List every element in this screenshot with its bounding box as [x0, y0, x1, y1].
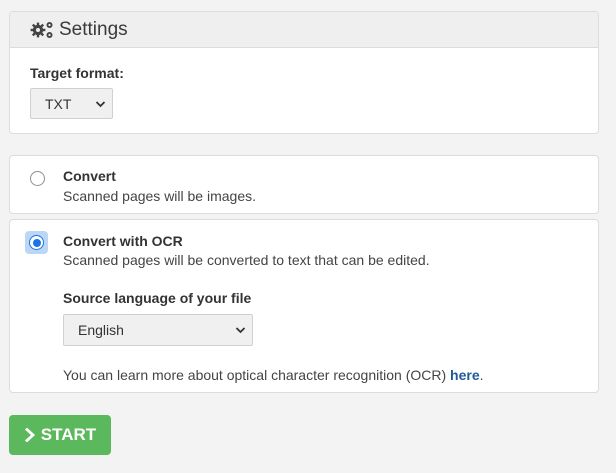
target-format-label: Target format:	[30, 65, 124, 81]
learn-more-text: You can learn more about optical charact…	[63, 367, 451, 383]
start-button[interactable]: START	[9, 415, 111, 455]
chevron-down-icon	[235, 327, 246, 334]
learn-more-suffix: .	[479, 367, 484, 383]
settings-header: Settings	[10, 12, 598, 48]
convert-radio[interactable]	[30, 171, 45, 186]
target-format-select[interactable]: TXT	[30, 88, 113, 119]
ocr-title: Convert with OCR	[63, 233, 183, 249]
source-language-label: Source language of your file	[63, 290, 252, 306]
ocr-radio[interactable]	[25, 231, 48, 254]
chevron-right-icon	[24, 428, 35, 442]
convert-description: Scanned pages will be images.	[63, 188, 257, 204]
radio-dot	[32, 238, 41, 247]
ocr-option-card[interactable]: Convert with OCR Scanned pages will be c…	[9, 219, 599, 393]
ocr-description: Scanned pages will be converted to text …	[63, 252, 430, 268]
ocr-learn-more: You can learn more about optical charact…	[63, 367, 484, 383]
settings-panel: Settings Target format: TXT	[9, 11, 599, 134]
chevron-down-icon	[95, 100, 106, 107]
start-label: START	[40, 425, 97, 444]
target-format-value: TXT	[45, 95, 72, 112]
radio-ring	[29, 235, 44, 250]
convert-option-card[interactable]: Convert Scanned pages will be images.	[9, 155, 599, 214]
learn-more-link[interactable]: here	[450, 367, 480, 383]
convert-title: Convert	[63, 168, 116, 184]
gears-icon	[30, 21, 53, 38]
source-language-select[interactable]: English	[63, 314, 253, 346]
settings-title: Settings	[59, 18, 128, 40]
source-language-value: English	[78, 322, 124, 338]
